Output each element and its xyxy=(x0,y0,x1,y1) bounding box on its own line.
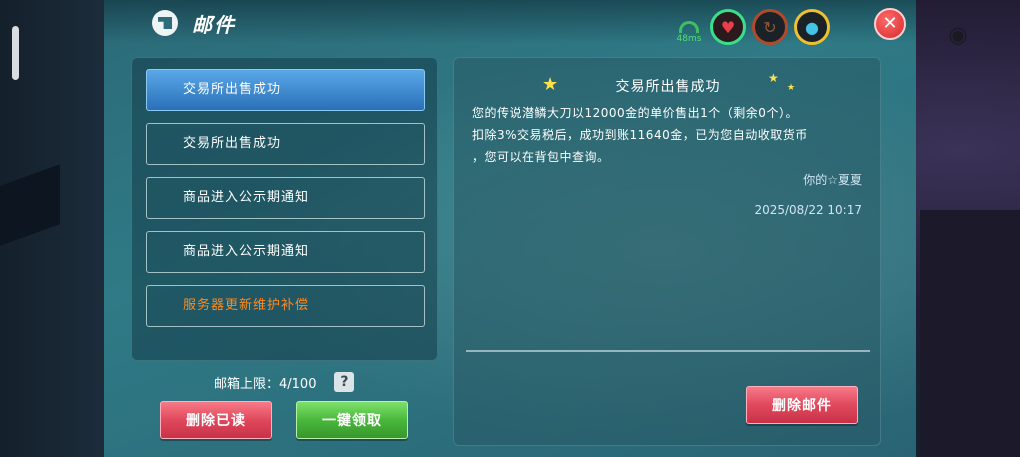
delete-read-button[interactable]: 删除已读 xyxy=(160,401,272,439)
detail-body: 您的传说潜鳞大刀以12000金的单价售出1个（剩余0个）。 扣除3%交易税后，成… xyxy=(472,102,870,168)
detail-title: 交易所出售成功 xyxy=(615,79,721,95)
mail-list-item[interactable]: 服务器更新维护补偿 xyxy=(146,285,425,327)
mail-panel: 邮件 48ms ♥ ↻ ● ✕ 交易所出售成功 交易所出售成功 商品进入公示期通… xyxy=(104,0,916,457)
wifi-icon: 48ms xyxy=(674,10,704,44)
delete-mail-button[interactable]: 删除邮件 xyxy=(746,386,858,424)
background-block xyxy=(920,210,1020,457)
detail-timestamp: 2025/08/22 10:17 xyxy=(754,203,862,217)
mail-list-item[interactable]: 交易所出售成功 xyxy=(146,69,425,111)
mail-list-item[interactable]: 商品进入公示期通知 xyxy=(146,177,425,219)
status-cluster: 48ms ♥ ↻ ● xyxy=(674,7,830,47)
detail-body-line: 您的传说潜鳞大刀以12000金的单价售出1个（剩余0个）。 xyxy=(472,106,798,120)
background-block xyxy=(0,164,60,246)
mail-icon xyxy=(152,10,178,36)
close-icon: ✕ xyxy=(882,13,898,34)
heart-icon[interactable]: ♥ xyxy=(710,9,746,45)
claim-all-button[interactable]: 一键领取 xyxy=(296,401,408,439)
eye-icon[interactable]: ◉ xyxy=(942,24,974,48)
mail-list-item[interactable]: 交易所出售成功 xyxy=(146,123,425,165)
side-handle[interactable] xyxy=(12,26,19,80)
signal-text: 48ms xyxy=(676,34,702,44)
detail-body-line: 扣除3%交易税后，成功到账11640金，已为您自动收取货币 xyxy=(472,128,808,142)
power-icon[interactable]: ↻ xyxy=(752,9,788,45)
mail-list-item[interactable]: 商品进入公示期通知 xyxy=(146,231,425,273)
detail-sender: 你的☆夏夏 xyxy=(803,173,862,187)
detail-divider xyxy=(466,350,870,352)
help-icon[interactable]: ? xyxy=(334,372,355,392)
close-button[interactable]: ✕ xyxy=(874,8,906,40)
mail-list: 交易所出售成功 交易所出售成功 商品进入公示期通知 商品进入公示期通知 服务器更… xyxy=(131,57,438,361)
mailbox-limit: 邮箱上限：4/100 ? xyxy=(214,372,355,392)
water-drop-icon[interactable]: ● xyxy=(794,9,830,45)
detail-body-line: ，您可以在背包中查询。 xyxy=(472,150,610,164)
page-title: 邮件 xyxy=(192,12,236,37)
mail-detail: ★ ★ ★ 交易所出售成功 您的传说潜鳞大刀以12000金的单价售出1个（剩余0… xyxy=(453,57,881,446)
mailbox-limit-label: 邮箱上限：4/100 xyxy=(214,376,317,392)
panel-header: 邮件 xyxy=(152,8,236,38)
